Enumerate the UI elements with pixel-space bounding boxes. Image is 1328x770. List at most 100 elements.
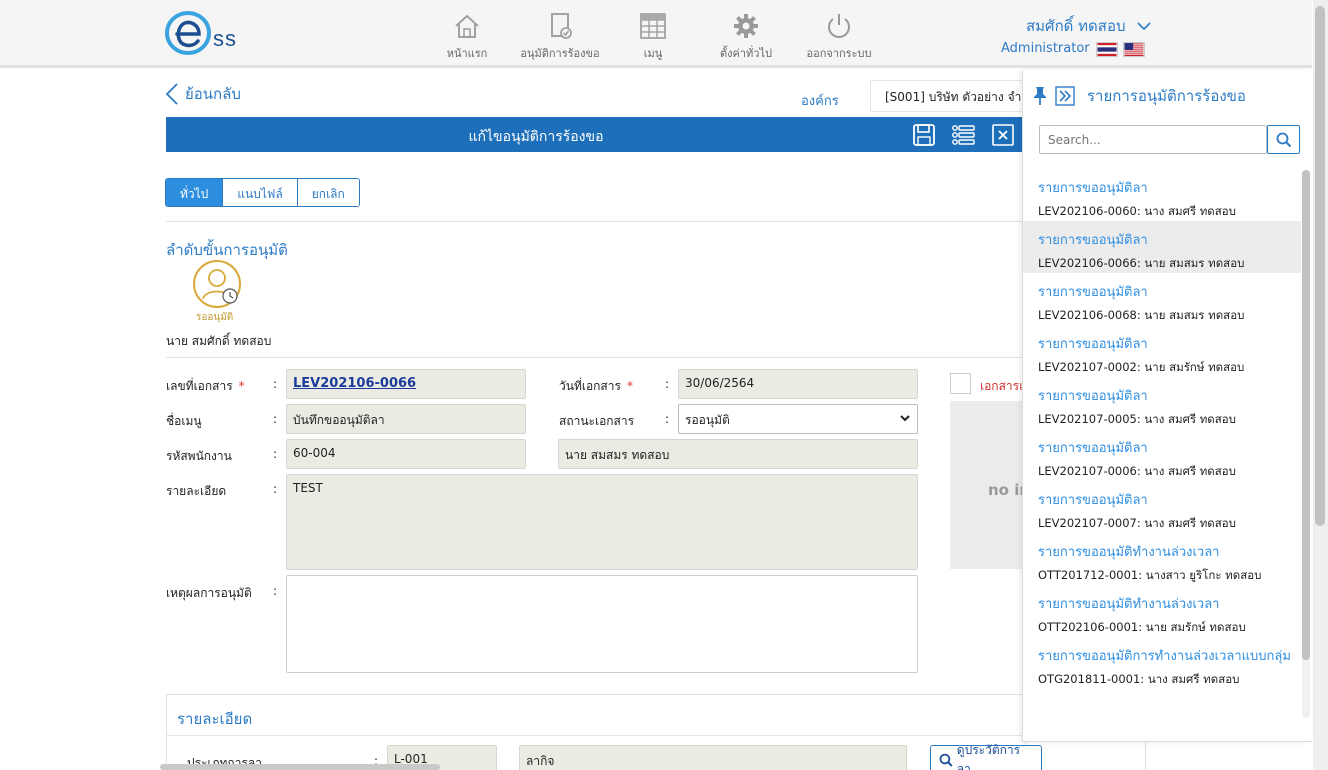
list-item[interactable]: รายการขออนุมัติลา LEV202107-0006: นาง สมศ… [1023, 429, 1301, 481]
logo-e-icon [165, 11, 211, 55]
logo-text: ss [213, 26, 237, 51]
doc-date-field[interactable]: 30/06/2564 [678, 369, 918, 399]
panel-search-button[interactable] [1267, 125, 1300, 154]
list-item-title: รายการขออนุมัติลา [1038, 493, 1148, 508]
list-icon[interactable] [951, 123, 975, 147]
list-item-title: รายการขออนุมัติลา [1038, 337, 1148, 352]
detail-textarea[interactable]: TEST [286, 474, 918, 570]
list-item[interactable]: รายการขออนุมัติลา LEV202106-0066: นาย สมส… [1023, 221, 1301, 273]
nav-logout[interactable]: ออกจากระบบ [803, 12, 875, 62]
form-titlebar: แก้ไขอนุมัติการร้องขอ [166, 117, 1026, 152]
list-item-title: รายการขออนุมัติการทำงานล่วงเวลาแบบกลุ่ม [1038, 649, 1291, 664]
detail-section-title: รายละเอียด [177, 710, 253, 728]
approver-name: นาย สมศักดิ์ ทดสอบ [166, 334, 272, 348]
close-icon[interactable] [991, 123, 1015, 147]
tab-attachment[interactable]: แนบไฟล์ [223, 179, 298, 206]
required-mark: * [238, 379, 245, 393]
colon: : [273, 377, 278, 391]
search-icon [1276, 132, 1292, 148]
colon: : [273, 482, 278, 496]
detail-label: รายละเอียด [166, 484, 227, 498]
chevron-left-icon [165, 83, 178, 105]
leave-name-field[interactable]: ลากิจ [519, 745, 907, 770]
nav-menu-label: เมนู [643, 47, 663, 60]
gear-icon [734, 14, 758, 38]
page-scrollbar-thumb[interactable] [1315, 6, 1325, 526]
nav-menu[interactable]: เมนู [628, 12, 678, 62]
list-item-title: รายการขออนุมัติทำงานล่วงเวลา [1038, 597, 1220, 612]
list-item[interactable]: รายการขออนุมัติการทำงานล่วงเวลาแบบกลุ่ม O… [1023, 637, 1301, 689]
home-icon [455, 14, 479, 38]
save-icon[interactable] [912, 123, 936, 147]
reason-textarea[interactable] [286, 575, 918, 673]
list-item[interactable]: รายการขออนุมัติทำงานล่วงเวลา OTT201712-00… [1023, 533, 1301, 585]
double-chevron-right-icon[interactable] [1055, 86, 1075, 106]
nav-logout-label: ออกจากระบบ [806, 47, 872, 60]
chevron-down-icon [1137, 22, 1151, 31]
list-item-title: รายการขออนุมัติลา [1038, 181, 1148, 196]
list-item[interactable]: รายการขออนุมัติลา LEV202106-0068: นาย สมส… [1023, 273, 1301, 325]
nav-home[interactable]: หน้าแรก [442, 12, 492, 62]
user-menu[interactable]: สมศักดิ์ ทดสอบ [1026, 14, 1152, 38]
horizontal-scrollbar-thumb[interactable] [160, 764, 440, 770]
panel-footer [1020, 742, 1146, 770]
form-tabs: ทั่วไป แนบไฟล์ ยกเลิก [165, 178, 360, 207]
list-item-subtitle: LEV202106-0060: นาง สมศรี ทดสอบ [1038, 204, 1236, 218]
nav-settings-label: ตั้งค่าทั่วไป [720, 47, 772, 60]
list-item-title: รายการขออนุมัติทำงานล่วงเวลา [1038, 545, 1220, 560]
list-item-title: รายการขออนุมัติลา [1038, 441, 1148, 456]
back-link[interactable]: ย้อนกลับ [165, 82, 241, 106]
reason-label: เหตุผลการอนุมัติ [166, 586, 252, 600]
grid-menu-icon [640, 13, 666, 39]
colon: : [665, 412, 670, 426]
list-item[interactable]: รายการขออนุมัติทำงานล่วงเวลา OTT202106-00… [1023, 585, 1301, 637]
list-item-subtitle: LEV202107-0002: นาย สมรักษ์ ทดสอบ [1038, 360, 1245, 374]
menu-field[interactable]: บันทึกขออนุมัติลา [286, 404, 526, 434]
panel-header: รายการอนุมัติการร้องขอ [1031, 84, 1246, 108]
list-item-title: รายการขออนุมัติลา [1038, 233, 1148, 248]
colon: : [665, 377, 670, 391]
list-item[interactable]: รายการขออนุมัติลา LEV202107-0002: นาย สมร… [1023, 325, 1301, 377]
thai-flag-icon[interactable] [1096, 42, 1118, 57]
doc-date-label: วันที่เอกสาร * [559, 377, 633, 396]
list-item[interactable]: รายการขออนุมัติลา LEV202107-0007: นาง สมศ… [1023, 481, 1301, 533]
approver-pending-icon [193, 260, 241, 308]
divider [167, 735, 1025, 736]
attach-checkbox[interactable] [950, 373, 971, 394]
emp-code-field[interactable]: 60-004 [286, 439, 526, 469]
status-label: สถานะเอกสาร [559, 414, 635, 428]
list-item[interactable]: รายการขออนุมัติลา LEV202107-0005: นาง สมศ… [1023, 377, 1301, 429]
panel-scrollbar[interactable] [1302, 170, 1310, 718]
attachment-preview: no image [950, 401, 1066, 569]
nav-approve[interactable]: อนุมัติการร้องขอ [516, 12, 604, 62]
pin-icon[interactable] [1031, 86, 1049, 106]
org-select[interactable]: [S001] บริษัท ตัวอย่าง จำกัด [870, 80, 1030, 112]
approver-status: รออนุมัติ [196, 312, 234, 323]
ess-logo[interactable]: ss [165, 10, 245, 56]
tab-cancel[interactable]: ยกเลิก [297, 179, 359, 206]
emp-label: รหัสพนักงาน [166, 449, 232, 463]
list-item-subtitle: LEV202107-0006: นาง สมศรี ทดสอบ [1038, 464, 1236, 478]
tab-general[interactable]: ทั่วไป [166, 179, 224, 206]
status-select[interactable]: รออนุมัติ [678, 404, 918, 434]
list-item-subtitle: LEV202106-0066: นาย สมสมร ทดสอบ [1038, 256, 1245, 270]
emp-name-field[interactable]: นาย สมสมร ทดสอบ [558, 439, 918, 469]
panel-list: รายการขออนุมัติลา LEV202106-0060: นาง สมศ… [1023, 169, 1301, 689]
us-flag-icon[interactable] [1123, 42, 1145, 57]
status-select-value: รออนุมัติ [685, 413, 730, 427]
colon: : [273, 412, 278, 426]
menu-label: ชื่อเมนู [166, 414, 202, 428]
list-item[interactable]: รายการขออนุมัติลา LEV202106-0060: นาง สมศ… [1023, 169, 1301, 221]
page-scrollbar[interactable] [1313, 0, 1328, 770]
list-item-subtitle: OTT201712-0001: นางสาว ยูริโกะ ทดสอบ [1038, 568, 1262, 582]
panel-search-input[interactable] [1039, 125, 1267, 154]
divider [166, 357, 1026, 358]
panel-scrollbar-thumb[interactable] [1302, 170, 1310, 660]
doc-no-link[interactable]: LEV202106-0066 [286, 369, 526, 399]
approval-list-panel: รายการอนุมัติการร้องขอ รายการขออนุมัติลา… [1022, 70, 1312, 742]
search-icon [939, 753, 953, 767]
form-title: แก้ไขอนุมัติการร้องขอ [468, 129, 604, 145]
list-item-subtitle: LEV202106-0068: นาย สมสมร ทดสอบ [1038, 308, 1245, 322]
list-item-subtitle: LEV202107-0007: นาง สมศรี ทดสอบ [1038, 516, 1236, 530]
nav-settings[interactable]: ตั้งค่าทั่วไป [712, 12, 780, 62]
